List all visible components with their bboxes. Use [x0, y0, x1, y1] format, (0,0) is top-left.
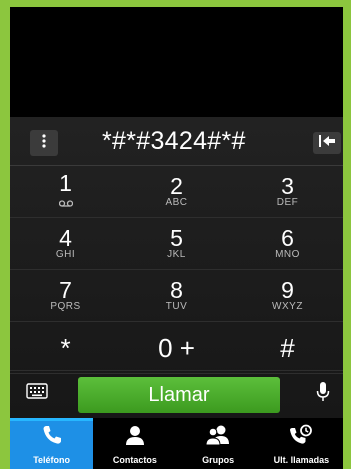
key-digit: 6: [281, 224, 294, 251]
key-digit: 7: [59, 276, 72, 303]
overflow-menu-button[interactable]: [30, 130, 58, 156]
keypad-row: 1 2 ABC 3 DEF: [10, 166, 343, 218]
key-letters: TUV: [165, 300, 188, 312]
key-digit: *: [60, 332, 71, 363]
key-0[interactable]: 0 +: [121, 322, 232, 373]
tab-ultimas-llamadas[interactable]: Ult. llamadas: [260, 418, 343, 469]
key-digit: 0 +: [158, 332, 195, 363]
phone-screen: *#*#3424#*# 1 2 ABC 3 DEF 4 GHI 5 JKL 6 …: [10, 7, 343, 469]
key-2[interactable]: 2 ABC: [121, 166, 232, 217]
tab-label: Ult. llamadas: [273, 455, 330, 465]
microphone-icon: [316, 381, 330, 408]
key-digit: #: [280, 332, 295, 363]
key-hash[interactable]: #: [232, 322, 343, 373]
tab-contactos[interactable]: Contactos: [93, 418, 176, 469]
tab-telefono[interactable]: Teléfono: [10, 418, 94, 469]
key-3[interactable]: 3 DEF: [232, 166, 343, 217]
keypad-row: 7 PQRS 8 TUV 9 WXYZ: [10, 270, 343, 322]
call-button[interactable]: Llamar: [78, 377, 280, 413]
group-icon: [205, 424, 231, 451]
key-4[interactable]: 4 GHI: [10, 218, 121, 269]
keypad-row: 4 GHI 5 JKL 6 MNO: [10, 218, 343, 270]
key-letters: MNO: [275, 248, 300, 260]
dialer-panel: *#*#3424#*# 1 2 ABC 3 DEF 4 GHI 5 JKL 6 …: [10, 117, 343, 469]
person-icon: [124, 424, 146, 451]
tab-label: Contactos: [112, 455, 157, 465]
key-9[interactable]: 9 WXYZ: [232, 270, 343, 321]
key-digit: 2: [170, 172, 183, 199]
key-digit: 3: [281, 172, 294, 199]
tab-label: Grupos: [202, 455, 235, 465]
key-8[interactable]: 8 TUV: [121, 270, 232, 321]
tab-label: Teléfono: [33, 455, 71, 465]
keyboard-icon: [26, 382, 48, 404]
action-bar: Llamar: [10, 370, 343, 419]
bottom-tab-bar: Teléfono Contactos Grupos Ult. llamadas: [10, 418, 343, 469]
phone-icon: [41, 424, 63, 451]
key-digit: 5: [170, 224, 183, 251]
key-letters: ABC: [165, 196, 188, 208]
key-letters: PQRS: [50, 300, 81, 312]
key-letters: JKL: [167, 248, 186, 260]
voice-input-button[interactable]: [310, 381, 336, 408]
backspace-button[interactable]: [313, 132, 341, 154]
key-letters: DEF: [276, 196, 299, 208]
key-7[interactable]: 7 PQRS: [10, 270, 121, 321]
voicemail-icon: [58, 194, 73, 212]
backspace-icon: [319, 134, 335, 152]
key-star[interactable]: *: [10, 322, 121, 373]
overflow-menu-icon: [42, 133, 46, 153]
key-digit: 8: [170, 276, 183, 303]
key-5[interactable]: 5 JKL: [121, 218, 232, 269]
key-letters: GHI: [55, 248, 76, 260]
key-digit: 1: [59, 169, 72, 196]
keypad-row: * 0 + #: [10, 322, 343, 374]
key-digit: 9: [281, 276, 294, 303]
recent-calls-icon: [289, 424, 313, 451]
keypad: 1 2 ABC 3 DEF 4 GHI 5 JKL 6 MNO 7 PQRS 8…: [10, 166, 343, 374]
number-display-bar: *#*#3424#*#: [10, 117, 343, 166]
key-6[interactable]: 6 MNO: [232, 218, 343, 269]
key-1[interactable]: 1: [10, 166, 121, 217]
key-digit: 4: [59, 224, 72, 251]
keyboard-button[interactable]: [24, 382, 50, 404]
tab-grupos[interactable]: Grupos: [177, 418, 260, 469]
key-letters: WXYZ: [272, 300, 303, 312]
dialed-number[interactable]: *#*#3424#*#: [102, 123, 312, 159]
